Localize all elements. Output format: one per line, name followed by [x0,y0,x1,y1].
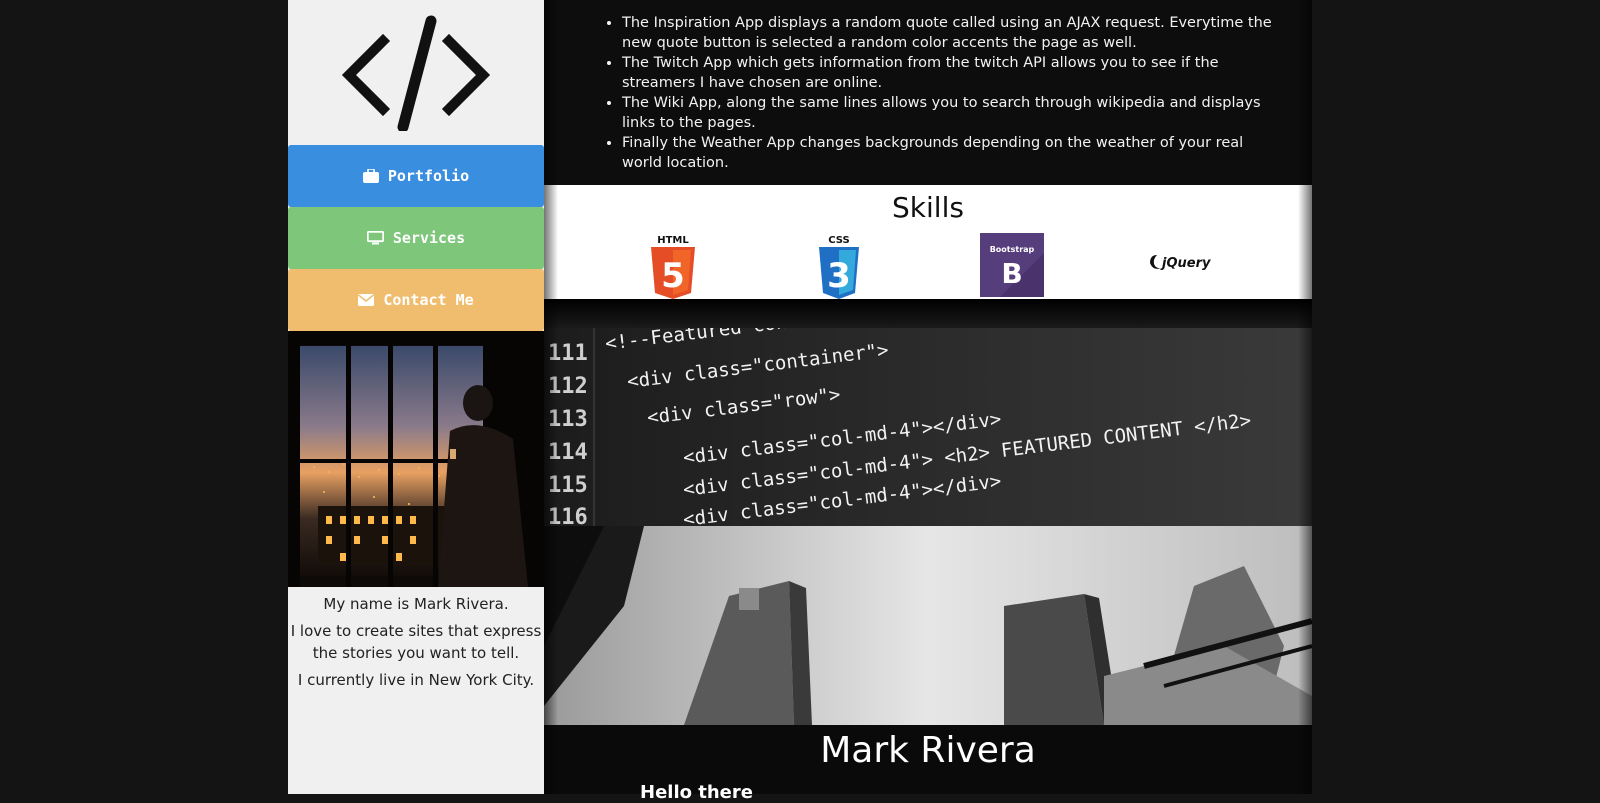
profile-photo [288,331,544,587]
nav-services-label: Services [392,229,466,247]
code-line-number: 114 [548,440,588,465]
logo [288,0,544,145]
skills-title: Skills [892,191,964,224]
divider [544,299,1312,328]
city-banner-image [544,526,1312,725]
skill-badge: 3 [827,256,851,296]
nav-contact-label: Contact Me [383,291,474,309]
code-line-number: 111 [548,341,588,366]
nav-services-button[interactable]: Services [288,207,544,269]
skill-badge: B [1001,257,1022,290]
list-item: The Twitch App which gets information fr… [622,53,1272,93]
list-item: The Wiki App, along the same lines allow… [622,93,1272,133]
jquery-logo: jQuery [1148,251,1216,273]
envelope-icon [358,294,375,306]
nav-portfolio-button[interactable]: Portfolio [288,145,544,207]
apps-list: The Inspiration App displays a random qu… [544,0,1312,173]
skill-badge: 5 [661,256,685,296]
bootstrap-logo: Bootstrap B [980,233,1044,297]
list-item: The Inspiration App displays a random qu… [622,13,1272,53]
apps-section: The Inspiration App displays a random qu… [544,0,1312,185]
list-item: Finally the Weather App changes backgrou… [622,133,1272,173]
briefcase-icon [362,169,379,183]
skill-name: Bootstrap [990,245,1035,254]
main-content: The Inspiration App displays a random qu… [544,0,1312,803]
html5-logo: HTML 5 [648,233,698,299]
code-brackets-icon [341,15,491,131]
greeting: Hello there [640,782,753,803]
bio-line: My name is Mark Rivera. [323,595,509,613]
bio: My name is Mark Rivera. I love to create… [288,587,544,691]
nav-portfolio-label: Portfolio [387,167,470,185]
sidebar: Portfolio Services Contact Me My name is… [288,0,544,794]
skills-section: Skills HTML 5 CSS 3 Bootstrap B jQuery [544,185,1312,299]
bio-line: I love to create sites that express the … [290,622,542,662]
skill-name: jQuery [1160,256,1211,271]
code-line-number: 113 [548,407,588,432]
monitor-icon [366,231,384,245]
code-line-number: 112 [548,374,588,399]
page-title: Mark Rivera [820,730,1036,771]
skill-name: CSS [828,235,849,246]
skill-name: HTML [657,235,689,246]
code-banner-image: 111 112 113 114 115 116 <!--Featured con… [544,328,1312,526]
bio-line: I currently live in New York City. [297,671,535,689]
nav-contact-button[interactable]: Contact Me [288,269,544,331]
code-line-number: 115 [548,473,588,498]
code-line-number: 116 [548,505,588,526]
css3-logo: CSS 3 [816,233,862,299]
